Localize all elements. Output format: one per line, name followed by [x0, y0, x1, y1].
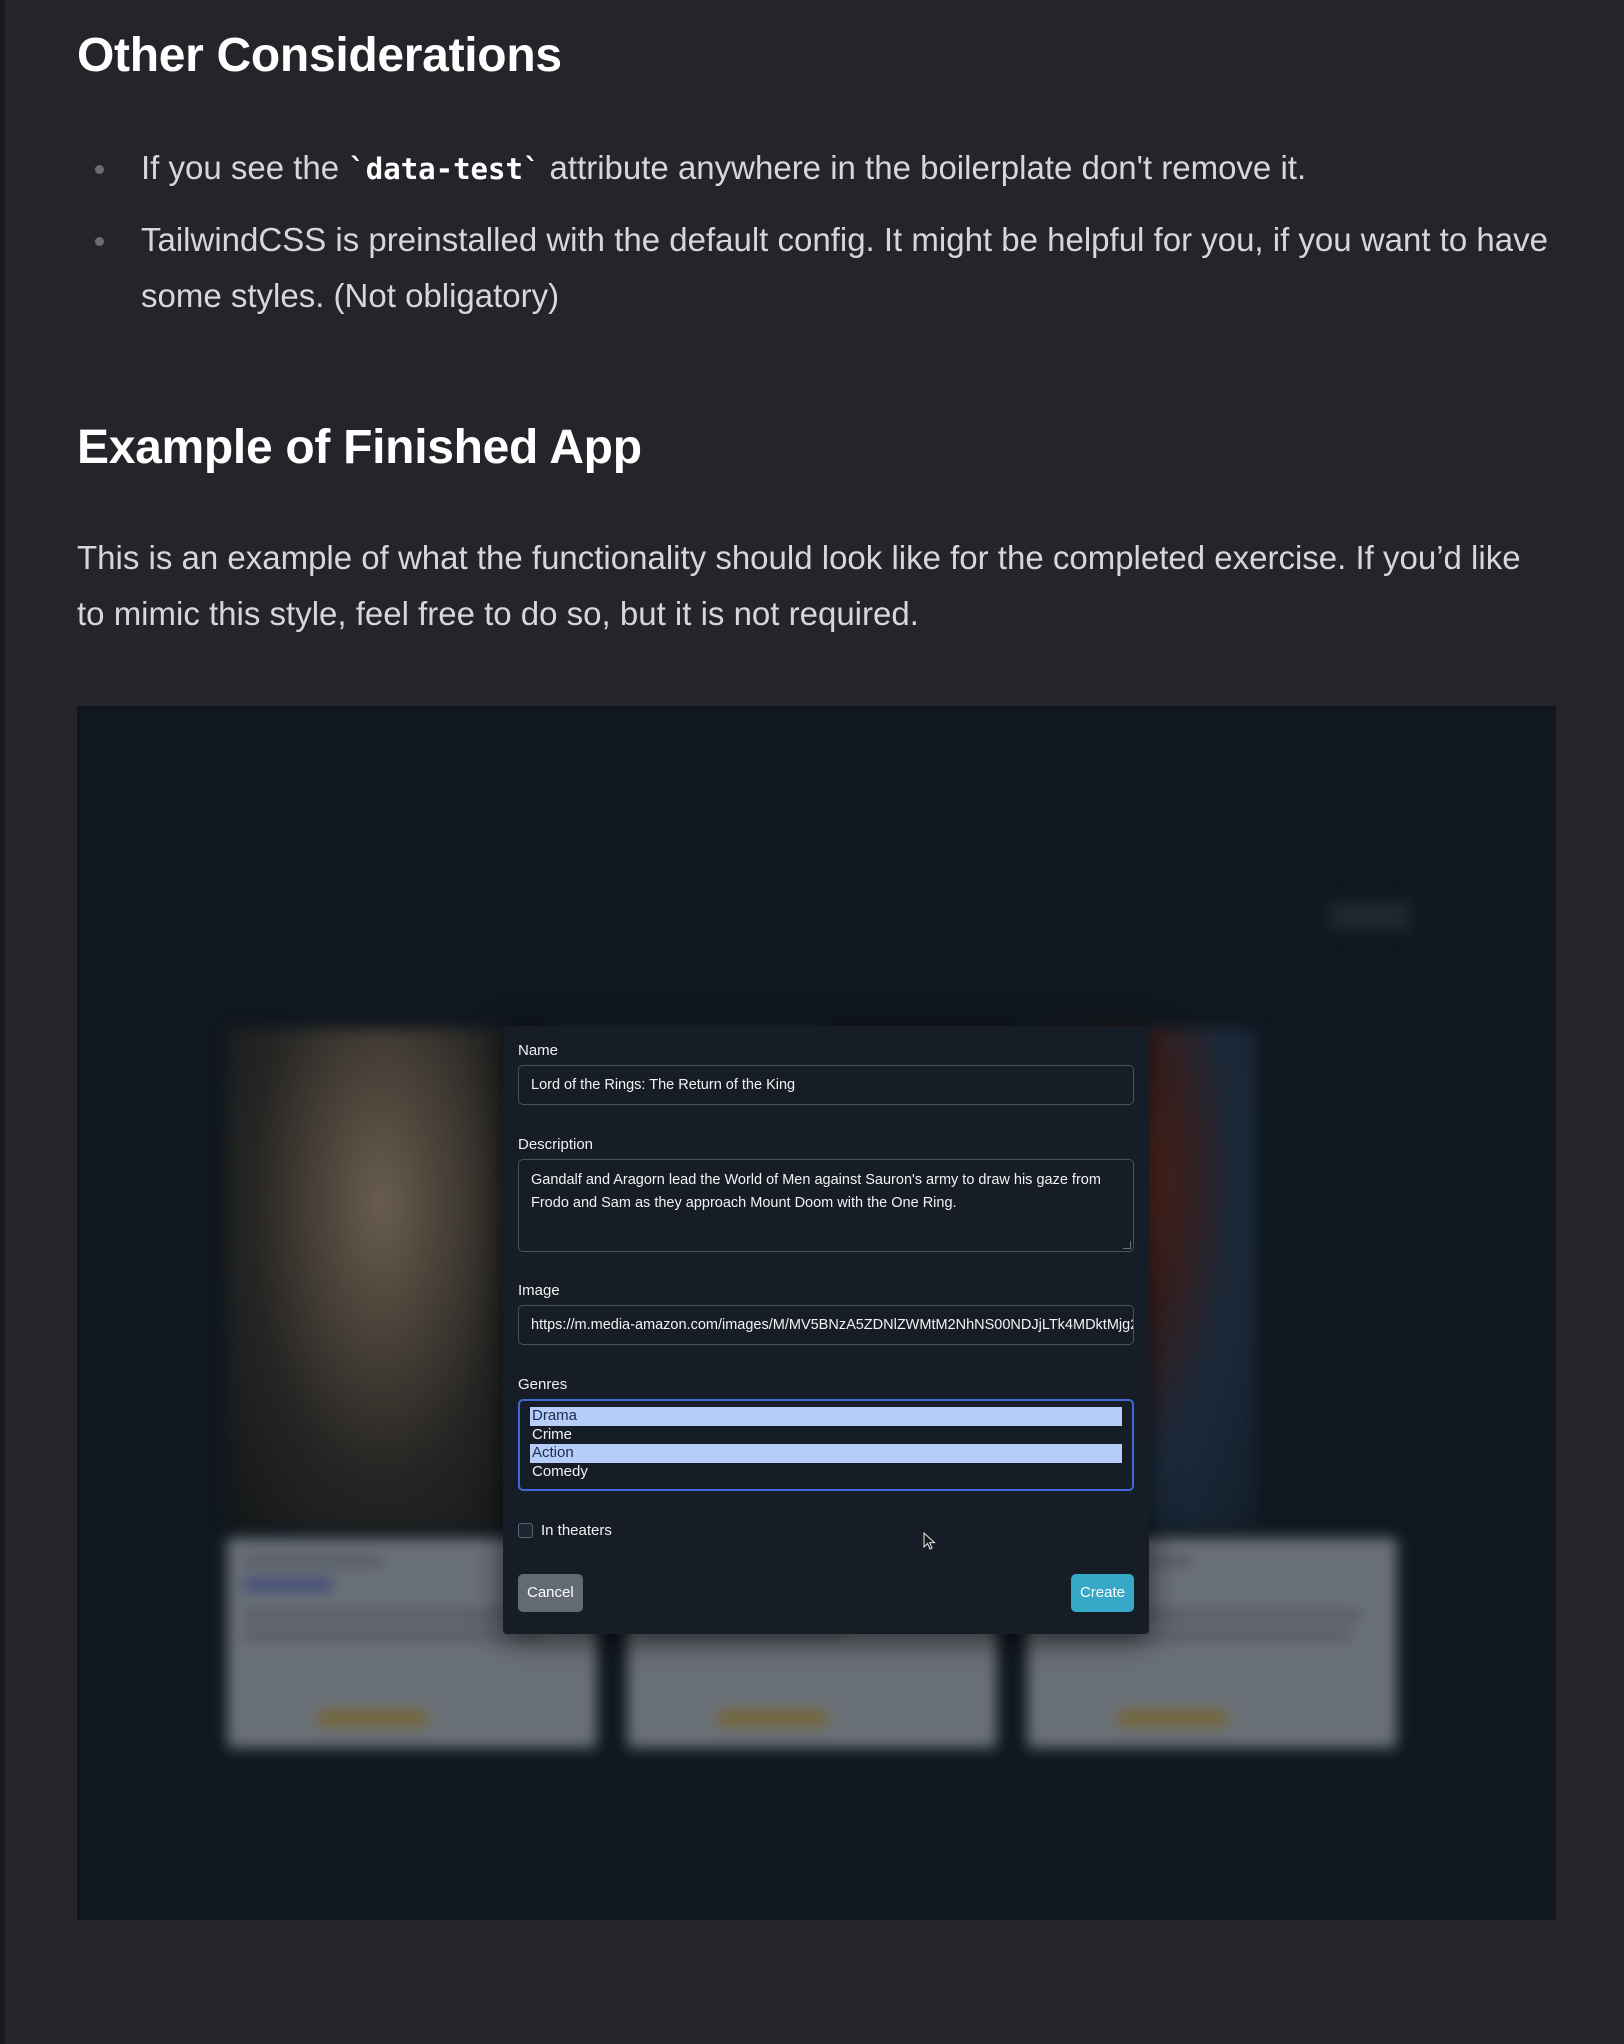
bullet-text: TailwindCSS is preinstalled with the def…	[141, 221, 1548, 314]
in-theaters-checkbox[interactable]	[518, 1523, 533, 1538]
name-input[interactable]: Lord of the Rings: The Return of the Kin…	[518, 1065, 1134, 1105]
example-intro-paragraph: This is an example of what the functiona…	[77, 539, 1521, 632]
description-textarea[interactable]: Gandalf and Aragorn lead the World of Me…	[518, 1159, 1134, 1252]
considerations-list: If you see the `data-test` attribute any…	[77, 140, 1557, 339]
genre-option-drama[interactable]: Drama	[530, 1407, 1122, 1426]
genres-label: Genres	[518, 1376, 568, 1393]
in-theaters-label[interactable]: In theaters	[541, 1522, 612, 1539]
description-label: Description	[518, 1136, 594, 1153]
bullet-text-before: If you see the	[141, 149, 349, 186]
bullet-text-after: attribute anywhere in the boilerplate do…	[540, 149, 1307, 186]
heading-other-considerations: Other Considerations	[77, 29, 562, 82]
description-text: Gandalf and Aragorn lead the World of Me…	[531, 1172, 1101, 1211]
list-item: TailwindCSS is preinstalled with the def…	[77, 212, 1557, 324]
add-movie-modal: Name Lord of the Rings: The Return of th…	[503, 1026, 1149, 1634]
inline-code: `data-test`	[348, 152, 541, 186]
name-label: Name	[518, 1042, 559, 1059]
bullet-dot-icon	[95, 237, 104, 246]
cancel-button[interactable]: Cancel	[518, 1574, 583, 1612]
resize-handle-icon[interactable]	[1123, 1241, 1131, 1249]
window-edge	[0, 0, 5, 2044]
genre-option-action[interactable]: Action	[530, 1444, 1122, 1463]
mouse-pointer-icon	[923, 1532, 936, 1550]
example-app-screenshot: Name Lord of the Rings: The Return of th…	[77, 706, 1556, 1920]
genre-option-comedy[interactable]: Comedy	[530, 1463, 1122, 1482]
image-label: Image	[518, 1282, 560, 1299]
genres-multiselect[interactable]: Drama Crime Action Comedy	[518, 1399, 1134, 1491]
list-item: If you see the `data-test` attribute any…	[77, 140, 1557, 197]
genre-option-crime[interactable]: Crime	[530, 1426, 1122, 1445]
image-url-input[interactable]: https://m.media-amazon.com/images/M/MV5B…	[518, 1305, 1134, 1345]
bullet-dot-icon	[95, 165, 104, 174]
heading-example-finished-app: Example of Finished App	[77, 421, 642, 474]
create-button[interactable]: Create	[1070, 1574, 1134, 1612]
